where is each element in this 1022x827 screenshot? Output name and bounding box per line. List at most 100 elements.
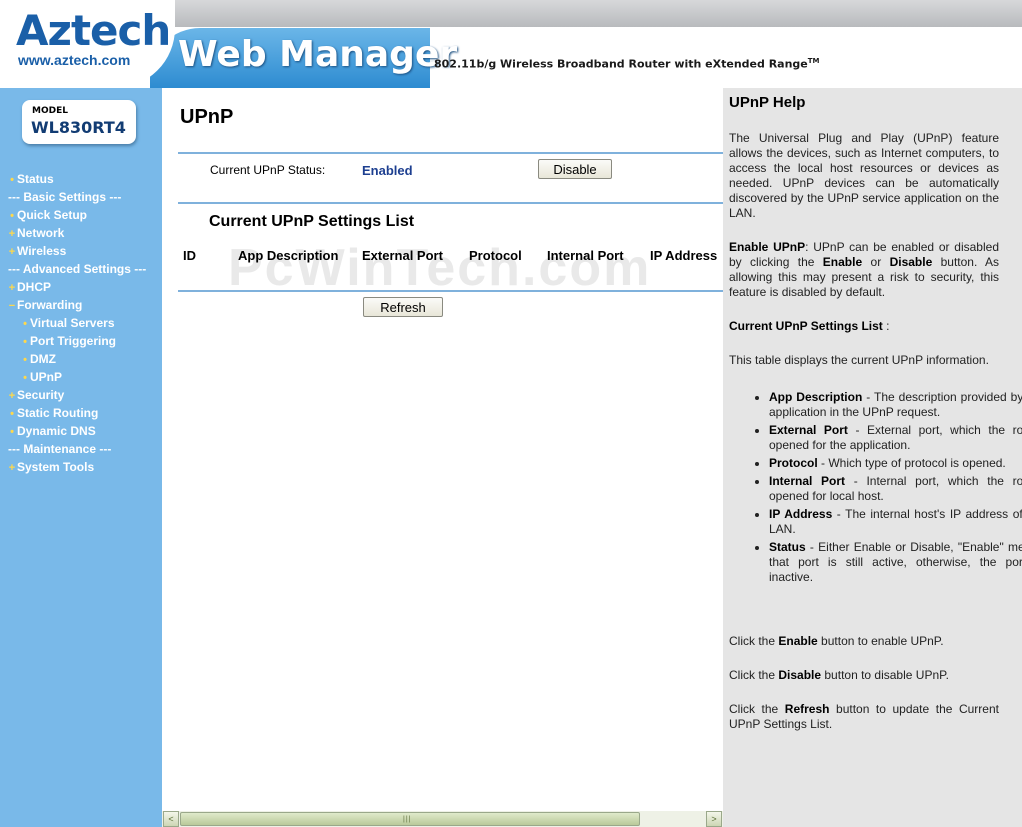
help-enable-upnp: Enable UPnP: UPnP can be enabled or disa… xyxy=(729,240,1000,299)
sidebar-item-label: --- Maintenance --- xyxy=(8,442,112,456)
help-bullet-term: Protocol xyxy=(769,456,818,470)
bullet-icon: • xyxy=(23,336,27,348)
scroll-right-button[interactable]: > xyxy=(706,811,722,827)
sidebar-item-label: --- Advanced Settings --- xyxy=(8,262,147,276)
help-click-refresh: Click the Refresh button to update the C… xyxy=(729,702,999,731)
model-name: WL830RT4 xyxy=(31,118,126,137)
sidebar-item-label: DMZ xyxy=(30,352,56,366)
sidebar-item-virtual-servers[interactable]: • Virtual Servers xyxy=(0,314,162,332)
sidebar-item-static-routing[interactable]: • Static Routing xyxy=(0,404,162,422)
sidebar-item-label: Quick Setup xyxy=(17,208,88,222)
horizontal-scrollbar[interactable]: < ||| > xyxy=(162,811,723,827)
sidebar-section-basic-settings: --- Basic Settings --- xyxy=(0,188,162,206)
help-bullet-list: App Description - The description provid… xyxy=(729,390,1022,588)
help-panel: UPnP Help The Universal Plug and Play (U… xyxy=(723,88,1022,827)
sidebar: MODEL WL830RT4 • Status --- Basic Settings… xyxy=(0,88,162,827)
expand-icon: + xyxy=(8,462,16,474)
expand-icon: + xyxy=(8,246,16,258)
watermark: PcWinTech.com xyxy=(228,239,652,297)
sidebar-item-label: Status xyxy=(17,172,54,186)
sidebar-item-system-tools[interactable]: + System Tools xyxy=(0,458,162,476)
help-bullet-item: Internal Port - Internal port, which the… xyxy=(769,474,1022,504)
help-bullet-text: - Which type of protocol is opened. xyxy=(817,456,1006,470)
help-intro: The Universal Plug and Play (UPnP) featu… xyxy=(729,131,999,220)
settings-list-title: Current UPnP Settings List xyxy=(209,213,415,230)
sidebar-item-dmz[interactable]: • DMZ xyxy=(0,350,162,368)
bullet-icon: • xyxy=(23,318,27,330)
page-title: UPnP xyxy=(180,106,234,128)
sidebar-item-label: Virtual Servers xyxy=(30,316,115,330)
help-bullet-item: IP Address - The internal host's IP addr… xyxy=(769,507,1022,537)
help-title: UPnP Help xyxy=(729,94,806,111)
bullet-icon: • xyxy=(10,426,14,438)
help-bullet-item: External Port - External port, which the… xyxy=(769,423,1022,453)
column-header-internal-port: Internal Port xyxy=(547,248,624,263)
sidebar-item-label: --- Basic Settings --- xyxy=(8,190,122,204)
sidebar-item-label: Dynamic DNS xyxy=(17,424,96,438)
sidebar-item-dhcp[interactable]: + DHCP xyxy=(0,278,162,296)
help-bullet-term: App Description xyxy=(769,390,863,404)
sidebar-item-label: Network xyxy=(17,226,65,240)
expand-icon: + xyxy=(8,228,16,240)
help-bullet-item: Status - Either Enable or Disable, "Enab… xyxy=(769,540,1022,585)
scrollbar-thumb[interactable]: ||| xyxy=(180,812,640,826)
column-header-app-description: App Description xyxy=(238,248,339,263)
upnp-status-label: Current UPnP Status: xyxy=(210,163,326,177)
bullet-icon: • xyxy=(23,372,27,384)
help-click-enable: Click the Enable button to enable UPnP. xyxy=(729,634,944,648)
sidebar-item-upnp[interactable]: • UPnP xyxy=(0,368,162,386)
column-header-external-port: External Port xyxy=(362,248,443,263)
app-subtitle: 802.11b/g Wireless Broadband Router with… xyxy=(434,57,820,71)
help-bullet-term: Internal Port xyxy=(769,474,846,488)
brand-url: www.aztech.com xyxy=(18,52,131,68)
scrollbar-grip-icon: ||| xyxy=(403,816,412,823)
help-bullet-term: External Port xyxy=(769,423,848,437)
sidebar-item-dynamic-dns[interactable]: • Dynamic DNS xyxy=(0,422,162,440)
sidebar-item-quick-setup[interactable]: • Quick Setup xyxy=(0,206,162,224)
expand-icon: + xyxy=(8,390,16,402)
sidebar-item-network[interactable]: + Network xyxy=(0,224,162,242)
help-bullet-term: IP Address xyxy=(769,507,833,521)
sidebar-item-forwarding[interactable]: − Forwarding xyxy=(0,296,162,314)
divider xyxy=(178,290,723,292)
sidebar-item-label: Forwarding xyxy=(17,298,83,312)
sidebar-item-label: Security xyxy=(17,388,65,402)
disable-button[interactable]: Disable xyxy=(538,159,612,179)
bullet-icon: • xyxy=(10,210,14,222)
sidebar-item-label: UPnP xyxy=(30,370,63,384)
sidebar-item-label: Port Triggering xyxy=(30,334,117,348)
refresh-button[interactable]: Refresh xyxy=(363,297,443,317)
sidebar-item-status[interactable]: • Status xyxy=(0,170,162,188)
sidebar-item-wireless[interactable]: + Wireless xyxy=(0,242,162,260)
column-header-ip-address: IP Address xyxy=(650,248,718,263)
sidebar-item-label: DHCP xyxy=(17,280,52,294)
main-content: PcWinTech.com UPnP Current UPnP Status: … xyxy=(162,88,723,811)
model-badge: MODEL WL830RT4 xyxy=(22,100,136,144)
help-bullet-term: Status xyxy=(769,540,806,554)
expand-icon: + xyxy=(8,282,16,294)
divider xyxy=(178,152,723,154)
sidebar-item-port-triggering[interactable]: • Port Triggering xyxy=(0,332,162,350)
model-label: MODEL xyxy=(32,106,68,116)
sidebar-section-maintenance: --- Maintenance --- xyxy=(0,440,162,458)
help-list-heading: Current UPnP Settings List : xyxy=(729,319,890,333)
sidebar-section-advanced-settings: --- Advanced Settings --- xyxy=(0,260,162,278)
sidebar-item-label: Static Routing xyxy=(17,406,99,420)
scroll-left-button[interactable]: < xyxy=(163,811,179,827)
column-header-id: ID xyxy=(183,248,196,263)
column-header-protocol: Protocol xyxy=(469,248,522,263)
header-banner: Aztech www.aztech.com Web Manager 802.11… xyxy=(0,0,1022,88)
help-bullet-item: App Description - The description provid… xyxy=(769,390,1022,420)
divider xyxy=(178,202,723,204)
sidebar-item-label: System Tools xyxy=(17,460,95,474)
collapse-icon: − xyxy=(8,300,16,312)
sidebar-item-security[interactable]: + Security xyxy=(0,386,162,404)
help-bullet-item: Protocol - Which type of protocol is ope… xyxy=(769,456,1022,471)
help-bullet-text: - Either Enable or Disable, "Enable" mea… xyxy=(769,540,1022,584)
sidebar-nav: • Status --- Basic Settings --- • Quick Setu… xyxy=(0,170,162,476)
help-table-desc: This table displays the current UPnP inf… xyxy=(729,353,989,367)
upnp-status-value: Enabled xyxy=(362,163,413,178)
help-click-disable: Click the Disable button to disable UPnP… xyxy=(729,668,949,682)
bullet-icon: • xyxy=(10,408,14,420)
bullet-icon: • xyxy=(10,174,14,186)
